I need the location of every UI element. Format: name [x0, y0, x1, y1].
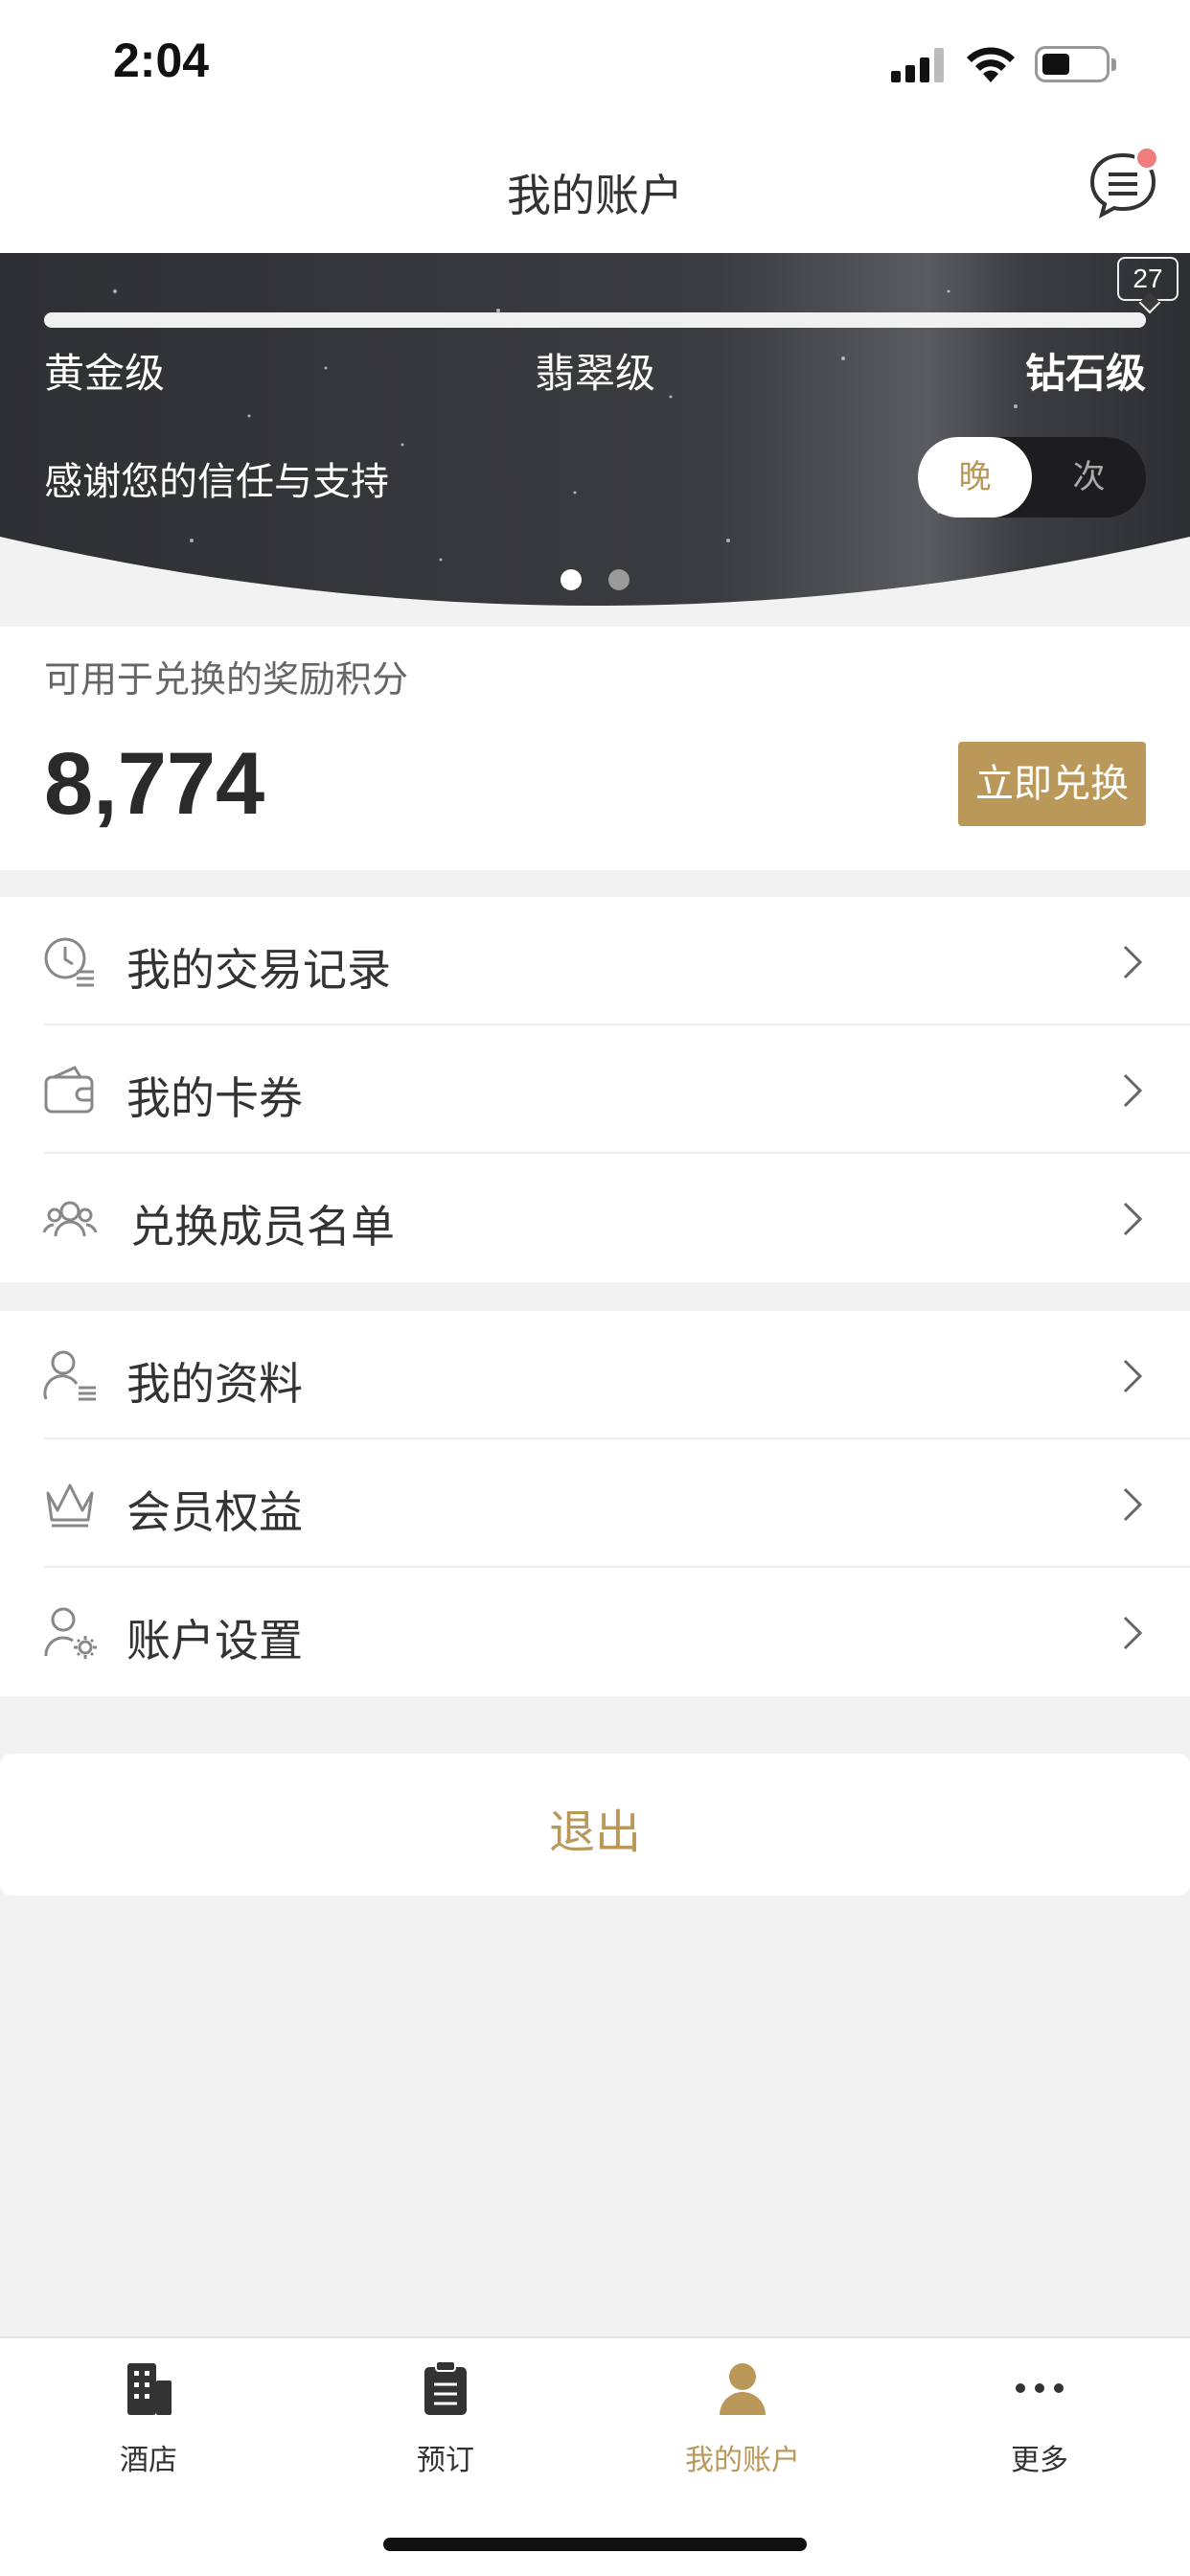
toggle-stays[interactable]: 次 — [1032, 437, 1146, 518]
profile-icon — [43, 1350, 96, 1401]
hotel-icon — [127, 2363, 172, 2415]
message-button[interactable] — [1085, 146, 1161, 222]
battery-icon — [1035, 46, 1110, 82]
points-card: 可用于兑换的奖励积分 8,774 立即兑换 — [0, 627, 1190, 870]
chevron-right-icon — [1123, 1359, 1143, 1393]
crown-icon — [46, 1484, 94, 1528]
menu-item-member-benefits[interactable]: 会员权益 — [0, 1439, 1190, 1568]
chevron-right-icon — [1123, 1202, 1143, 1236]
members-icon — [42, 1201, 98, 1237]
booking-icon — [424, 2360, 467, 2415]
tab-my-account[interactable]: 我的账户 — [594, 2359, 891, 2477]
logout-label: 退出 — [548, 1806, 641, 1859]
chevron-right-icon — [1123, 1616, 1143, 1650]
chevron-right-icon — [1123, 1487, 1143, 1522]
tab-more[interactable]: 更多 — [891, 2359, 1188, 2477]
nav-bar: 我的账户 — [0, 126, 1190, 253]
wifi-icon — [967, 47, 1015, 82]
tier-banner[interactable]: 27 黄金级 翡翠级 钻石级 感谢您的信任与支持 晚 次 — [0, 253, 1190, 627]
menu-label: 我的交易记录 — [126, 944, 391, 996]
menu-item-account-settings[interactable]: 账户设置 — [0, 1568, 1190, 1696]
menu-label: 会员权益 — [126, 1486, 303, 1538]
tab-booking[interactable]: 预订 — [297, 2359, 594, 2477]
tab-label: 酒店 — [120, 2444, 177, 2477]
page-dot — [561, 569, 582, 590]
transaction-history-icon — [44, 937, 94, 987]
menu-item-redeem-members[interactable]: 兑换成员名单 — [0, 1154, 1190, 1282]
signal-icon — [891, 48, 945, 82]
user-settings-icon — [44, 1607, 97, 1659]
page-title: 我的账户 — [507, 170, 683, 221]
nights-stays-toggle[interactable]: 晚 次 — [918, 437, 1146, 518]
menu-group-profile: 我的资料 会员权益 账户设置 — [0, 1311, 1190, 1696]
account-icon — [720, 2363, 766, 2415]
points-value: 8,774 — [44, 735, 265, 833]
tier-progress-fill — [44, 312, 1146, 328]
status-icons — [891, 42, 1131, 84]
page-indicator — [0, 569, 1190, 590]
notification-badge — [1134, 146, 1159, 171]
points-label: 可用于兑换的奖励积分 — [44, 658, 409, 701]
menu-item-transactions[interactable]: 我的交易记录 — [0, 897, 1190, 1025]
wallet-icon — [44, 1066, 94, 1114]
menu-label: 兑换成员名单 — [130, 1201, 395, 1253]
tab-label: 预订 — [417, 2444, 474, 2477]
nights-count-badge: 27 — [1117, 257, 1179, 301]
logout-button[interactable]: 退出 — [0, 1754, 1190, 1896]
redeem-button[interactable]: 立即兑换 — [958, 742, 1146, 826]
menu-label: 账户设置 — [126, 1615, 303, 1667]
tier-diamond-label: 钻石级 — [1024, 350, 1146, 397]
thanks-message: 感谢您的信任与支持 — [44, 460, 389, 504]
toggle-nights[interactable]: 晚 — [918, 437, 1032, 518]
menu-item-coupons[interactable]: 我的卡券 — [0, 1025, 1190, 1154]
tab-label: 我的账户 — [685, 2444, 800, 2477]
page-dot — [608, 569, 629, 590]
menu-label: 我的卡券 — [126, 1072, 303, 1124]
menu-group-account-activity: 我的交易记录 我的卡券 兑换成员名单 — [0, 897, 1190, 1282]
tab-label: 更多 — [1011, 2444, 1068, 2477]
tier-emerald-label: 翡翠级 — [534, 350, 655, 397]
more-icon — [1016, 2383, 1064, 2393]
menu-item-profile[interactable]: 我的资料 — [0, 1311, 1190, 1439]
menu-label: 我的资料 — [126, 1358, 303, 1410]
chevron-right-icon — [1123, 945, 1143, 979]
home-indicator — [383, 2538, 807, 2551]
status-bar: 2:04 — [0, 0, 1190, 126]
tier-progress-bar — [44, 312, 1146, 328]
chevron-right-icon — [1123, 1073, 1143, 1108]
tab-hotel[interactable]: 酒店 — [0, 2359, 297, 2477]
status-time: 2:04 — [113, 34, 210, 87]
